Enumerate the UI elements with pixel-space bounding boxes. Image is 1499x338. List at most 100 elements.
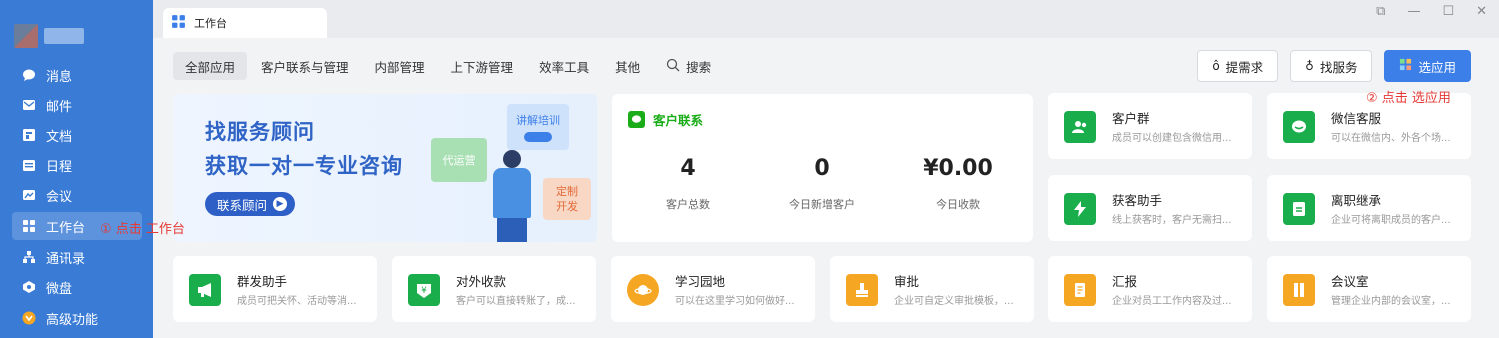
training-illustration: 讲解培训 [507,104,569,150]
sidebar-item-label: 会议 [46,189,73,205]
filter-all-apps[interactable]: 全部应用 [173,52,248,80]
title-bar: 工作台 ⧉ — ☐ ✕ [153,0,1499,38]
filter-internal-management[interactable]: 内部管理 [363,52,437,80]
app-card-approval[interactable]: 审批 企业可自定义审批模板，... [830,256,1034,322]
request-button[interactable]: ô 提需求 [1197,50,1279,82]
sidebar-item-label: 日程 [46,159,73,175]
meeting-icon [22,188,36,202]
app-card-external-payment[interactable]: ¥ 对外收款 客户可以直接转账了，成... [392,256,596,322]
select-app-label: 选应用 [1418,59,1456,75]
sidebar-item-label: 通讯录 [46,251,86,267]
close-icon[interactable]: ✕ [1476,4,1487,19]
stat-value: 4 [680,156,696,181]
cta-label: 联系顾问 [217,197,268,213]
wechat-service-icon [1283,111,1315,143]
app-title: 学习园地 [675,274,726,289]
window-controls: ⧉ — ☐ ✕ [1376,4,1487,19]
category-filter-bar: 全部应用 客户联系与管理 内部管理 上下游管理 效率工具 其他 搜索 [173,52,725,80]
chat-bubble-icon [628,111,645,128]
mail-icon [22,98,36,112]
app-title: 微信客服 [1331,111,1382,126]
filter-customer-contact[interactable]: 客户联系与管理 [249,52,361,80]
tab-workbench[interactable]: 工作台 [163,8,327,38]
stats-title: 客户联系 [653,113,704,128]
custom-tag: 定制 [556,185,578,198]
sidebar-item-label: 文档 [46,129,73,145]
filter-supply-chain[interactable]: 上下游管理 [439,52,526,80]
advanced-icon [22,311,36,325]
app-description: 企业可自定义审批模板，... [894,296,1014,307]
filter-other[interactable]: 其他 [603,52,652,80]
service-icon: ♁ [1305,59,1314,73]
app-description: 成员可以创建包含微信用... [1112,133,1232,144]
planet-icon [627,274,659,306]
door-icon [1283,274,1315,306]
custom-dev-illustration: 定制 开发 [543,178,591,220]
operations-tag: 代运营 [431,138,487,182]
training-tag: 讲解培训 [516,114,560,127]
customer-contact-stats[interactable]: 客户联系 4 客户总数 0 今日新增客户 ¥0.00 今日收款 [612,94,1033,242]
customer-group-icon [1064,111,1096,143]
user-profile[interactable] [14,24,84,50]
find-service-button[interactable]: ♁ 找服务 [1290,50,1373,82]
search-button[interactable]: 搜索 [654,52,723,80]
sidebar-item-meeting[interactable]: 会议 [12,181,142,209]
doc-icon [22,128,36,142]
minimize-icon[interactable]: — [1407,4,1420,19]
annotation-step-2: ② 点击 选应用 [1366,91,1451,106]
app-card-meeting-room[interactable]: 会议室 管理企业内部的会议室，... [1267,256,1471,322]
sidebar-item-contacts[interactable]: 通讯录 [12,243,142,271]
disk-icon [22,280,36,294]
sidebar-item-disk[interactable]: 微盘 [12,273,142,301]
app-card-customer-group[interactable]: 客户群 成员可以创建包含微信用... [1048,93,1252,159]
app-description: 管理企业内部的会议室，... [1331,296,1451,307]
app-title: 客户群 [1112,111,1150,126]
select-app-button[interactable]: 选应用 [1384,50,1471,82]
tab-label: 工作台 [194,17,227,30]
search-label: 搜索 [686,59,712,75]
sidebar-item-docs[interactable]: 文档 [12,121,142,149]
sidebar-item-label: 微盘 [46,281,73,297]
app-title: 会议室 [1331,274,1369,289]
app-description: 企业可将离职成员的客户... [1331,215,1451,226]
user-name-blurred [44,28,84,44]
popout-icon[interactable]: ⧉ [1376,4,1385,19]
stamp-icon [846,274,878,306]
sidebar-item-label: 工作台 [46,220,86,236]
toolbar-actions: ô 提需求 ♁ 找服务 选应用 [1197,50,1471,82]
maximize-icon[interactable]: ☐ [1442,4,1454,19]
app-title: 离职继承 [1331,193,1382,208]
sidebar-item-advanced[interactable]: 高级功能 [12,304,142,332]
app-card-report[interactable]: 汇报 企业对员工工作内容及过... [1048,256,1252,322]
sidebar-item-calendar[interactable]: 日程 [12,151,142,179]
stat-label: 今日收款 [936,198,980,211]
report-icon [1064,274,1096,306]
avatar[interactable] [14,24,38,48]
app-card-customer-acquisition[interactable]: 获客助手 线上获客时，客户无需扫... [1048,175,1252,241]
annotation-step-1: ① 点击 工作台 [100,222,185,237]
workbench-content: 全部应用 客户联系与管理 内部管理 上下游管理 效率工具 其他 搜索 ô 提需求… [153,38,1499,338]
app-card-learning[interactable]: 学习园地 可以在这里学习如何做好... [611,256,815,322]
filter-productivity[interactable]: 效率工具 [527,52,601,80]
stat-new-customers-today: 0 今日新增客户 [752,156,892,212]
arrow-right-icon: ▶ [273,197,288,211]
sidebar-item-label: 邮件 [46,99,73,115]
yuan-icon: ¥ [408,274,440,306]
app-description: 成员可把关怀、活动等消... [237,296,357,307]
megaphone-icon [189,274,221,306]
service-advisor-banner[interactable]: 找服务顾问 获取一对一专业咨询 联系顾问 ▶ 讲解培训 代运营 定制 开发 [173,94,597,242]
app-title: 审批 [894,274,920,289]
sidebar-item-label: 高级功能 [46,312,99,328]
sidebar: 消息 邮件 文档 日程 会议 工作台 通讯录 微盘 高级功能 [0,0,153,338]
app-title: 群发助手 [237,274,288,289]
app-card-broadcast[interactable]: 群发助手 成员可把关怀、活动等消... [173,256,377,322]
stat-value: ¥0.00 [923,156,993,181]
sidebar-item-messages[interactable]: 消息 [12,61,142,89]
app-description: 客户可以直接转账了，成... [456,296,576,307]
app-card-resignation-inherit[interactable]: 离职继承 企业可将离职成员的客户... [1267,175,1471,241]
sidebar-item-mail[interactable]: 邮件 [12,91,142,119]
inherit-icon [1283,193,1315,225]
contact-advisor-button[interactable]: 联系顾问 ▶ [205,192,296,216]
person-illustration [483,150,539,242]
search-icon [666,58,680,75]
